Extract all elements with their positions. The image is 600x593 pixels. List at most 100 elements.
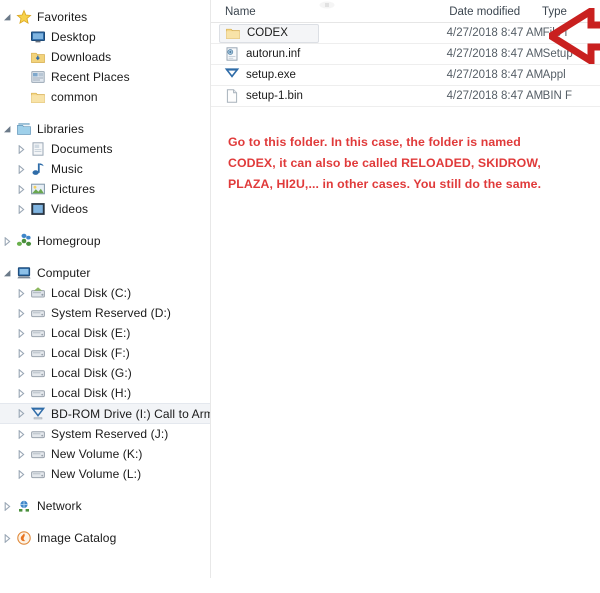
column-header-type[interactable]: Type bbox=[542, 6, 600, 22]
recent-places-icon bbox=[28, 69, 48, 85]
file-name: setup.exe bbox=[246, 69, 296, 81]
annotation-line: PLAZA, HI2U,... in other cases. You stil… bbox=[228, 177, 542, 191]
chevron-right-icon[interactable] bbox=[14, 144, 28, 154]
file-name: autorun.inf bbox=[246, 48, 301, 60]
explorer-window: Favorites Desktop Downloads Recent Places co… bbox=[0, 0, 600, 593]
file-name: setup-1.bin bbox=[246, 90, 303, 102]
sidebar-item-desktop[interactable]: Desktop bbox=[0, 27, 210, 47]
sidebar-item-label: Music bbox=[51, 162, 83, 176]
file-type: Setup bbox=[542, 48, 573, 60]
table-row[interactable]: setup-1.bin 4/27/2018 8:47 AM BIN F bbox=[211, 86, 600, 107]
sidebar-group-label: Favorites bbox=[37, 10, 88, 24]
file-name-cell[interactable]: setup.exe bbox=[211, 67, 447, 83]
annotation-text: Go to this folder. In this case, the fol… bbox=[228, 132, 594, 195]
sidebar-item-label: Local Disk (E:) bbox=[51, 326, 131, 340]
sidebar-item-new-volume-k[interactable]: New Volume (K:) bbox=[0, 444, 210, 464]
sidebar-item-system-reserved-j[interactable]: System Reserved (J:) bbox=[0, 424, 210, 444]
sidebar-item-pictures[interactable]: Pictures bbox=[0, 179, 210, 199]
sidebar-item-label: System Reserved (D:) bbox=[51, 306, 172, 320]
chevron-right-icon[interactable] bbox=[14, 308, 28, 318]
file-date-modified: 4/27/2018 8:47 AM bbox=[446, 48, 544, 60]
file-list-pane[interactable]: Name Date modified Type CODEX 4/27/2018 8… bbox=[211, 0, 600, 593]
sidebar-group-computer[interactable]: Computer bbox=[0, 263, 210, 283]
sidebar-group-libraries[interactable]: Libraries bbox=[0, 119, 210, 139]
chevron-right-icon[interactable] bbox=[0, 501, 14, 511]
chevron-right-icon[interactable] bbox=[14, 388, 28, 398]
chevron-right-icon[interactable] bbox=[14, 469, 28, 479]
sidebar-item-recent-places[interactable]: Recent Places bbox=[0, 67, 210, 87]
sidebar-item-local-disk-f[interactable]: Local Disk (F:) bbox=[0, 343, 210, 363]
sidebar-item-bd-rom-drive-i-call-to-arms[interactable]: BD-ROM Drive (I:) Call to Arms bbox=[0, 403, 210, 424]
nav-group-spacer bbox=[0, 251, 210, 263]
sidebar-item-local-disk-c[interactable]: Local Disk (C:) bbox=[0, 283, 210, 303]
pictures-library-icon bbox=[28, 181, 48, 197]
table-row[interactable]: CODEX 4/27/2018 8:47 AM File f bbox=[211, 23, 600, 44]
sidebar-item-local-disk-h[interactable]: Local Disk (H:) bbox=[0, 383, 210, 403]
file-date-modified: 4/27/2018 8:47 AM bbox=[446, 27, 544, 39]
file-name-cell[interactable]: autorun.inf bbox=[211, 46, 447, 62]
nav-group-spacer bbox=[0, 484, 210, 496]
application-icon bbox=[223, 67, 241, 83]
sidebar-group-network[interactable]: Network bbox=[0, 496, 210, 516]
chevron-right-icon[interactable] bbox=[14, 429, 28, 439]
nav-group-spacer bbox=[0, 219, 210, 231]
file-date-modified: 4/27/2018 8:47 AM bbox=[446, 90, 544, 102]
sidebar-item-label: Local Disk (F:) bbox=[51, 346, 130, 360]
sidebar-item-common[interactable]: common bbox=[0, 87, 210, 107]
file-name: CODEX bbox=[247, 27, 288, 39]
table-row[interactable]: autorun.inf 4/27/2018 8:47 AM Setup bbox=[211, 44, 600, 65]
sidebar-group-label: Network bbox=[37, 499, 82, 513]
chevron-down-icon[interactable] bbox=[0, 269, 14, 278]
chevron-right-icon[interactable] bbox=[14, 368, 28, 378]
sidebar-item-label: Local Disk (H:) bbox=[51, 386, 132, 400]
column-header-date-modified[interactable]: Date modified bbox=[449, 6, 542, 22]
sidebar-group-homegroup[interactable]: Homegroup bbox=[0, 231, 210, 251]
chevron-right-icon[interactable] bbox=[0, 236, 14, 246]
star-icon bbox=[14, 9, 34, 25]
chevron-right-icon[interactable] bbox=[14, 328, 28, 338]
drive-icon bbox=[28, 305, 48, 321]
sidebar-item-label: Recent Places bbox=[51, 70, 130, 84]
sidebar-item-label: Desktop bbox=[51, 30, 96, 44]
file-rows[interactable]: CODEX 4/27/2018 8:47 AM File f autorun.inf 4… bbox=[211, 23, 600, 107]
sidebar-item-videos[interactable]: Videos bbox=[0, 199, 210, 219]
sidebar-item-system-reserved-d[interactable]: System Reserved (D:) bbox=[0, 303, 210, 323]
file-name-cell[interactable]: setup-1.bin bbox=[211, 88, 447, 104]
drive-icon bbox=[28, 325, 48, 341]
sidebar-item-label: System Reserved (J:) bbox=[51, 427, 169, 441]
sidebar-item-documents[interactable]: Documents bbox=[0, 139, 210, 159]
chevron-right-icon[interactable] bbox=[14, 164, 28, 174]
chevron-right-icon[interactable] bbox=[14, 184, 28, 194]
column-header-row[interactable]: Name Date modified Type bbox=[211, 0, 600, 22]
chevron-right-icon[interactable] bbox=[14, 409, 28, 418]
chevron-down-icon[interactable] bbox=[0, 13, 14, 22]
bin-file-icon bbox=[223, 88, 241, 104]
sidebar-item-local-disk-g[interactable]: Local Disk (G:) bbox=[0, 363, 210, 383]
sidebar-group-label: Libraries bbox=[37, 122, 84, 136]
chevron-right-icon[interactable] bbox=[14, 348, 28, 358]
file-name-cell[interactable]: CODEX bbox=[211, 23, 447, 43]
drive-icon bbox=[28, 466, 48, 482]
drive-icon bbox=[28, 365, 48, 381]
table-row[interactable]: setup.exe 4/27/2018 8:47 AM Appl bbox=[211, 65, 600, 86]
chevron-right-icon[interactable] bbox=[14, 288, 28, 298]
chevron-right-icon[interactable] bbox=[0, 533, 14, 543]
selection-box[interactable]: CODEX bbox=[219, 23, 319, 43]
videos-library-icon bbox=[28, 201, 48, 217]
chevron-right-icon[interactable] bbox=[14, 204, 28, 214]
file-type: Appl bbox=[542, 69, 566, 81]
chevron-right-icon[interactable] bbox=[14, 449, 28, 459]
sidebar-group-image-catalog[interactable]: Image Catalog bbox=[0, 528, 210, 548]
music-library-icon bbox=[28, 161, 48, 177]
sidebar-item-downloads[interactable]: Downloads bbox=[0, 47, 210, 67]
sidebar-group-label: Computer bbox=[37, 266, 91, 280]
sidebar-item-music[interactable]: Music bbox=[0, 159, 210, 179]
chevron-down-icon[interactable] bbox=[0, 125, 14, 134]
navigation-pane[interactable]: Favorites Desktop Downloads Recent Places co… bbox=[0, 0, 210, 593]
sidebar-item-new-volume-l[interactable]: New Volume (L:) bbox=[0, 464, 210, 484]
drive-icon bbox=[28, 446, 48, 462]
computer-icon bbox=[14, 265, 34, 281]
sidebar-item-local-disk-e[interactable]: Local Disk (E:) bbox=[0, 323, 210, 343]
image-catalog-icon bbox=[14, 530, 34, 546]
sidebar-group-favorites[interactable]: Favorites bbox=[0, 7, 210, 27]
